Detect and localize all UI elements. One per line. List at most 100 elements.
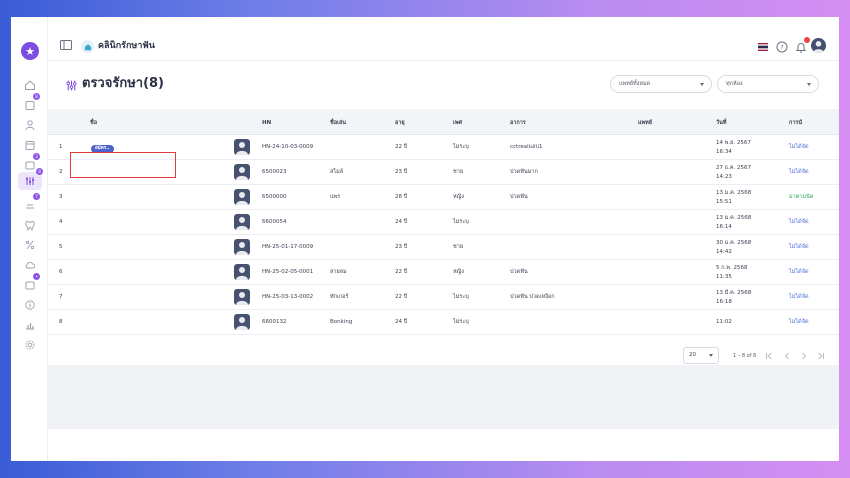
patient-age: 23 ปี [395, 169, 408, 175]
patient-sex: ชาย [453, 244, 464, 250]
patient-avatar[interactable] [234, 264, 250, 280]
sidebar-item-inbox[interactable]: • [21, 273, 40, 293]
chart-icon[interactable] [21, 317, 39, 333]
visit-time: 11:35 [716, 274, 732, 280]
patient-avatar[interactable] [234, 214, 250, 230]
visit-date: 30 ม.ค. 2568 [716, 240, 752, 246]
row-number: 3 [59, 194, 63, 200]
patient-age: 22 ปี [395, 269, 408, 275]
visit-time: 14:23 [716, 174, 732, 180]
help-icon[interactable]: ? [776, 41, 788, 53]
clinic-home-icon [81, 40, 94, 53]
sidebar-toggle-icon[interactable] [60, 40, 72, 50]
cloud-icon[interactable] [21, 257, 39, 273]
treatment-badge: 8 [36, 168, 43, 175]
payment-status[interactable]: ไม่ได้จัด [789, 218, 809, 226]
patient-hn: 6600054 [262, 219, 287, 225]
payment-status[interactable]: ไม่ได้จัด [789, 268, 809, 276]
notification-dot [804, 37, 810, 43]
info-icon[interactable] [21, 297, 39, 313]
row-number: 5 [59, 244, 63, 250]
table-row[interactable]: 6 HN-25-02-05-0001 สายลม 22 ปี หญิง ปวดฟัน 5 ก… [48, 260, 839, 285]
payment-status[interactable]: ไม่ได้จัด [789, 243, 809, 251]
patient-avatar[interactable] [234, 314, 250, 330]
settings-gear-icon[interactable] [21, 337, 39, 353]
patient-nickname: แพร [330, 194, 341, 200]
star-logo-icon[interactable]: ★ [21, 42, 39, 60]
payment-status[interactable]: ไม่ได้จัด [789, 143, 809, 151]
payment-status[interactable]: ไม่ได้จัด [789, 293, 809, 301]
visit-time: 15:51 [716, 199, 732, 205]
table-row[interactable]: 5 HN-25-01-17-0009 23 ปี ชาย 30 ม.ค. 2568 14:… [48, 235, 839, 260]
patient-symptom: cctrealแอบ1 [510, 144, 543, 150]
first-page-icon[interactable] [765, 352, 773, 360]
table-row[interactable]: 3 6500000 แพร 28 ปี หญิง ปวดฟัน 13 ม.ค. 2568 15… [48, 185, 839, 210]
col-name: ชื่อ [90, 120, 98, 126]
col-doctor: แพทย์ [638, 120, 653, 126]
treatment-title-icon [66, 80, 77, 91]
payment-status[interactable]: มาตามนัด [789, 193, 813, 201]
patient-symptom: ปวดฟันมาก [510, 169, 538, 175]
doctor-filter-select[interactable]: แพทย์ทั้งหมด [610, 75, 712, 93]
clinic-name: คลินิกรักษาฟัน [98, 41, 155, 51]
visit-time: 14:42 [716, 249, 732, 255]
visit-date: 27 ธ.ค. 2567 [716, 165, 752, 171]
home-icon[interactable] [21, 77, 39, 93]
pagination: 20 1 – 8 of 8 [48, 341, 839, 371]
patient-nickname: สไมล์ [330, 169, 344, 175]
patient-symptom: ปวดฟัน [510, 194, 528, 200]
patient-age: 22 ปี [395, 294, 408, 300]
col-nickname: ชื่อเล่น [330, 120, 347, 126]
highlight-box [70, 152, 176, 178]
prev-page-icon[interactable] [783, 352, 791, 360]
sidebar-item-appointments[interactable]: 8 [21, 93, 40, 113]
user-icon[interactable] [21, 117, 39, 133]
payment-status[interactable]: ไม่ได้จัด [789, 168, 809, 176]
patient-age: 24 ปี [395, 219, 408, 225]
svg-text:?: ? [780, 43, 783, 51]
page-title: ตรวจรักษา(8) [82, 76, 164, 91]
patient-hn: HN-25-02-05-0001 [262, 269, 314, 275]
patient-avatar[interactable] [234, 189, 250, 205]
page-size-value: 20 [689, 352, 696, 358]
percent-icon[interactable] [21, 237, 39, 253]
patient-symptom: ปวดฟัน [510, 269, 528, 275]
thai-flag-icon[interactable] [758, 43, 768, 51]
appointments-badge: 8 [33, 93, 40, 100]
patient-sex: ไม่ระบุ [453, 294, 469, 300]
room-filter-select[interactable]: ทุกห้อง [717, 75, 819, 93]
patient-sex: หญิง [453, 269, 464, 275]
inbox-badge: • [33, 273, 40, 280]
sidebar-item-payment[interactable]: 7 [21, 193, 40, 213]
patient-avatar[interactable] [234, 164, 250, 180]
patient-sex: ชาย [453, 169, 464, 175]
sidebar-item-treatment[interactable]: 8 [18, 168, 43, 190]
table-row[interactable]: 7 HN-25-03-13-0002 ทักเกอร์ 22 ปี ไม่ระบุ ปวด… [48, 285, 839, 310]
next-page-icon[interactable] [800, 352, 808, 360]
user-avatar[interactable] [811, 38, 826, 53]
patient-hn: 6500023 [262, 169, 287, 175]
patient-sex: ไม่ระบุ [453, 319, 469, 325]
visit-date: 11:02 [716, 319, 732, 325]
patient-hn: 6600132 [262, 319, 287, 325]
patient-sex: หญิง [453, 194, 464, 200]
patient-avatar[interactable] [234, 139, 250, 155]
tooth-icon[interactable] [21, 217, 39, 233]
visit-date: 14 พ.ย. 2567 [716, 140, 751, 146]
patient-symptom: ปวดฟัน ปวดเหงือก [510, 294, 555, 300]
chevron-down-icon [807, 83, 811, 86]
table-row[interactable]: 4 6600054 24 ปี ไม่ระบุ 13 ม.ค. 2568 16:14 ไม่… [48, 210, 839, 235]
sidebar: ★ 8 3 8 7 • [11, 17, 48, 461]
patient-avatar[interactable] [234, 239, 250, 255]
table-row[interactable]: 8 6600132 Bonking 24 ปี ไม่ระบุ 11:02 ไม่ได้จั… [48, 310, 839, 335]
chevron-down-icon [709, 354, 713, 357]
visit-time: 16:14 [716, 224, 732, 230]
last-page-icon[interactable] [817, 352, 825, 360]
row-number: 7 [59, 294, 63, 300]
row-number: 8 [59, 319, 63, 325]
page-size-select[interactable]: 20 [683, 347, 719, 364]
patient-sex: ไม่ระบุ [453, 219, 469, 225]
payment-status[interactable]: ไม่ได้จัด [789, 318, 809, 326]
patient-avatar[interactable] [234, 289, 250, 305]
calendar-icon[interactable] [21, 137, 39, 153]
